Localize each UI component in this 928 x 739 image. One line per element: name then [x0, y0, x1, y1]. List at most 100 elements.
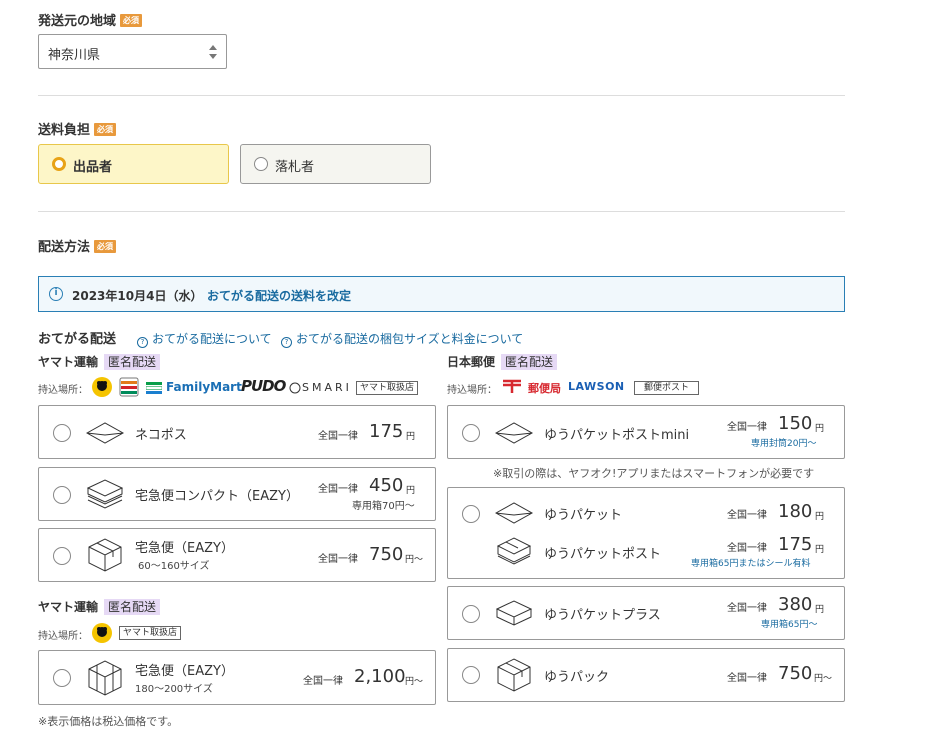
- zenkoku-label: 全国一律: [303, 676, 343, 687]
- tax-note: ※表示価格は税込価格です。: [38, 715, 179, 728]
- radio-icon: [53, 424, 71, 442]
- price-unit: 円: [815, 545, 825, 555]
- smari-brand: SMARI: [302, 381, 352, 394]
- service-card-yupacket-mini[interactable]: ゆうパケットポストmini 全国一律 150 円 専用封筒20円〜: [447, 405, 845, 459]
- yamato-logo-icon: [92, 623, 112, 643]
- radio-icon: [53, 547, 71, 565]
- yamato-carrier: ヤマト運輸 匿名配送: [38, 353, 161, 370]
- japanpost-carrier: 日本郵便 匿名配送: [447, 353, 558, 370]
- select-arrows-icon: [209, 45, 217, 59]
- service-price: 180: [778, 501, 813, 522]
- zenkoku-label: 全国一律: [727, 543, 767, 554]
- envelope-icon: [494, 422, 534, 444]
- price-note: 専用箱65円またはシール有料: [691, 559, 811, 569]
- service-name: 宅急便コンパクト（EAZY）: [135, 489, 299, 504]
- otegaru-size-link[interactable]: ? おてがる配送の梱包サイズと料金について: [281, 330, 523, 348]
- anon-badge: 匿名配送: [104, 599, 161, 615]
- region-title: 発送元の地域 必須: [38, 10, 143, 29]
- service-card-yupacket-plus[interactable]: ゆうパケットプラス 全国一律 380 円 専用箱65円〜: [447, 586, 845, 640]
- seven-eleven-logo-icon: [119, 377, 139, 397]
- envelope-icon: [494, 502, 534, 524]
- yamato-store-tag: ヤマト取扱店: [119, 626, 182, 640]
- service-price: 750: [778, 663, 813, 684]
- price-unit: 円: [815, 512, 825, 522]
- yamato-store-tag: ヤマト取扱店: [356, 381, 419, 395]
- service-card-nekopos[interactable]: ネコポス 全国一律 175 円: [38, 405, 436, 459]
- service-card-takkyubin[interactable]: 宅急便（EAZY） 60〜160サイズ 全国一律 750 円〜: [38, 528, 436, 582]
- method-title: 配送方法 必須: [38, 236, 117, 255]
- service-name: ゆうパケット: [544, 508, 623, 523]
- price-note: 専用封筒20円〜: [751, 439, 817, 449]
- region-select[interactable]: 神奈川県: [38, 34, 227, 69]
- zenkoku-label: 全国一律: [727, 422, 767, 433]
- service-card-yupack[interactable]: ゆうパック 全国一律 750 円〜: [447, 648, 845, 702]
- pudo-brand: PUDO: [241, 377, 286, 395]
- notice-banner: i 2023年10月4日（水） おてがる配送の送料を改定: [38, 276, 845, 312]
- service-name: 宅急便（EAZY）: [135, 664, 234, 679]
- japanpost-logo-icon: [503, 379, 521, 393]
- postoffice-brand: 郵便局: [528, 382, 561, 395]
- box-flat-icon: [86, 479, 124, 509]
- price-unit: 円: [406, 486, 416, 496]
- zenkoku-label: 全国一律: [727, 673, 767, 684]
- payer-option-label: 出品者: [73, 160, 113, 175]
- price-unit: 円〜: [405, 677, 424, 687]
- radio-icon: [53, 486, 71, 504]
- service-name: ゆうパック: [544, 670, 610, 685]
- price-note: 専用箱70円〜: [352, 501, 415, 512]
- service-price: 450: [369, 475, 404, 496]
- parcel-post-icon: [496, 537, 532, 565]
- otegaru-title: おてがる配送: [38, 332, 117, 347]
- price-unit: 円: [815, 424, 825, 434]
- service-price: 380: [778, 594, 813, 615]
- radio-icon: [254, 157, 268, 171]
- zenkoku-label: 全国一律: [727, 510, 767, 521]
- question-icon: ?: [137, 337, 148, 348]
- price-unit: 円: [406, 432, 416, 442]
- envelope-icon: [85, 422, 125, 444]
- box-icon: [497, 658, 531, 692]
- payer-option-buyer[interactable]: 落札者: [240, 144, 431, 184]
- service-price: 175: [369, 421, 404, 442]
- familymart-brand: FamilyMart: [166, 380, 242, 394]
- box-icon: [88, 538, 122, 572]
- otegaru-about-link[interactable]: ? おてがる配送について: [137, 330, 272, 348]
- notice-date: 2023年10月4日（水）: [72, 289, 203, 303]
- payer-title: 送料負担 必須: [38, 119, 117, 138]
- region-value: 神奈川県: [48, 48, 101, 63]
- radio-icon: [462, 666, 480, 684]
- zenkoku-label: 全国一律: [318, 431, 358, 442]
- drop-label: 持込場所：: [447, 385, 497, 396]
- yamato2-carrier: ヤマト運輸 匿名配送: [38, 598, 161, 615]
- required-badge: 必須: [94, 123, 117, 136]
- service-name: ゆうパケットポストmini: [544, 428, 690, 443]
- question-icon: ?: [281, 337, 292, 348]
- service-price: 175: [778, 534, 813, 555]
- notice-link[interactable]: おてがる配送の送料を改定: [207, 287, 351, 304]
- anon-badge: 匿名配送: [501, 354, 558, 370]
- service-card-yupacket[interactable]: ゆうパケット 全国一律 180 円 ゆうパケットポスト 全国一律 175 円 専…: [447, 487, 845, 579]
- required-badge: 必須: [94, 240, 117, 253]
- price-unit: 円: [815, 605, 825, 615]
- divider: [38, 211, 845, 212]
- radio-icon: [462, 424, 480, 442]
- price-unit: 円〜: [405, 555, 424, 565]
- service-size: 60〜160サイズ: [138, 561, 210, 572]
- payer-option-seller[interactable]: 出品者: [38, 144, 229, 184]
- radio-icon: [462, 605, 480, 623]
- zenkoku-label: 全国一律: [318, 554, 358, 565]
- service-size: 180〜200サイズ: [135, 684, 213, 695]
- flat-box-icon: [495, 600, 533, 626]
- smari-logo-icon: [289, 382, 301, 394]
- service-price: 750: [369, 544, 404, 565]
- service-name: ゆうパケットポスト: [544, 547, 662, 562]
- service-card-takkyubin-large[interactable]: 宅急便（EAZY） 180〜200サイズ 全国一律 2,100 円〜: [38, 650, 436, 705]
- zenkoku-label: 全国一律: [318, 484, 358, 495]
- divider: [38, 95, 845, 96]
- postbox-tag: 郵便ポスト: [634, 381, 700, 395]
- service-card-compact[interactable]: 宅急便コンパクト（EAZY） 全国一律 450 円 専用箱70円〜: [38, 467, 436, 521]
- zenkoku-label: 全国一律: [727, 603, 767, 614]
- app-required-note: ※取引の際は、ヤフオク!アプリまたはスマートフォンが必要です: [493, 467, 815, 480]
- required-badge: 必須: [120, 14, 143, 27]
- service-name: 宅急便（EAZY）: [135, 541, 234, 556]
